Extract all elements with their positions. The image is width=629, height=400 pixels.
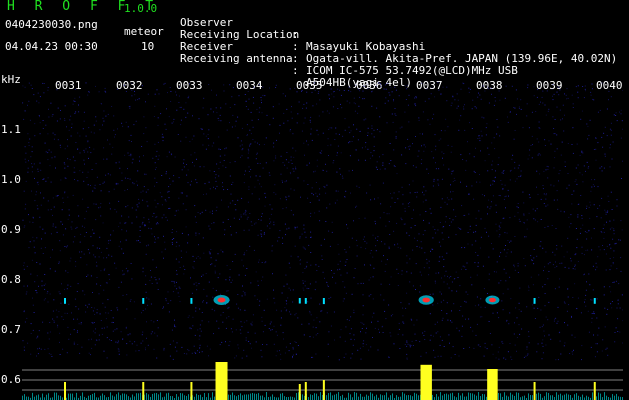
info-key: Receiving antenna xyxy=(180,52,293,65)
meteor-count: 10 xyxy=(141,40,155,53)
meteor-power-bar xyxy=(215,362,228,400)
frequency-unit-label: kHz xyxy=(1,73,21,86)
datetime-label: 04.04.23 00:30 xyxy=(5,40,98,53)
y-tick-label: 0.9 xyxy=(1,223,21,236)
y-tick-label: 0.6 xyxy=(1,373,21,386)
y-tick-label: 0.7 xyxy=(1,323,21,336)
meteor-echo-core xyxy=(422,297,431,303)
meteor-echo-core xyxy=(217,297,226,303)
meteor-power-bar xyxy=(322,380,325,400)
version-label: 1.0.0 xyxy=(124,2,158,15)
meteor-power-bar xyxy=(304,382,307,400)
meteor-power-bar xyxy=(142,382,145,400)
meteor-power-bar xyxy=(190,382,193,400)
y-tick-label: 0.8 xyxy=(1,273,21,286)
meteor-echo xyxy=(304,298,307,304)
meteor-echo xyxy=(322,298,325,305)
meteor-power-bar xyxy=(533,382,536,400)
meteor-label: meteor xyxy=(124,25,164,38)
meteor-echo xyxy=(64,298,66,304)
noise-field xyxy=(22,82,623,361)
meteor-echo-core xyxy=(488,297,496,303)
meteor-power-bar xyxy=(487,369,498,400)
meteor-power-bar xyxy=(593,382,596,400)
meteor-echo xyxy=(190,298,193,304)
meteor-echo xyxy=(298,298,301,304)
meteor-echo xyxy=(142,298,145,304)
power-baseline xyxy=(22,392,623,400)
meteor-echo xyxy=(593,298,596,304)
info-colon: : xyxy=(292,64,299,77)
y-tick-label: 1.1 xyxy=(1,123,21,136)
meteor-power-bar xyxy=(420,364,432,400)
meteor-power-bar xyxy=(64,382,66,400)
meteor-echo xyxy=(533,298,536,304)
filename-label: 0404230030.png xyxy=(5,18,98,31)
spectrogram-plot xyxy=(22,82,623,400)
meteor-power-bar xyxy=(298,384,301,400)
y-tick-label: 1.0 xyxy=(1,173,21,186)
